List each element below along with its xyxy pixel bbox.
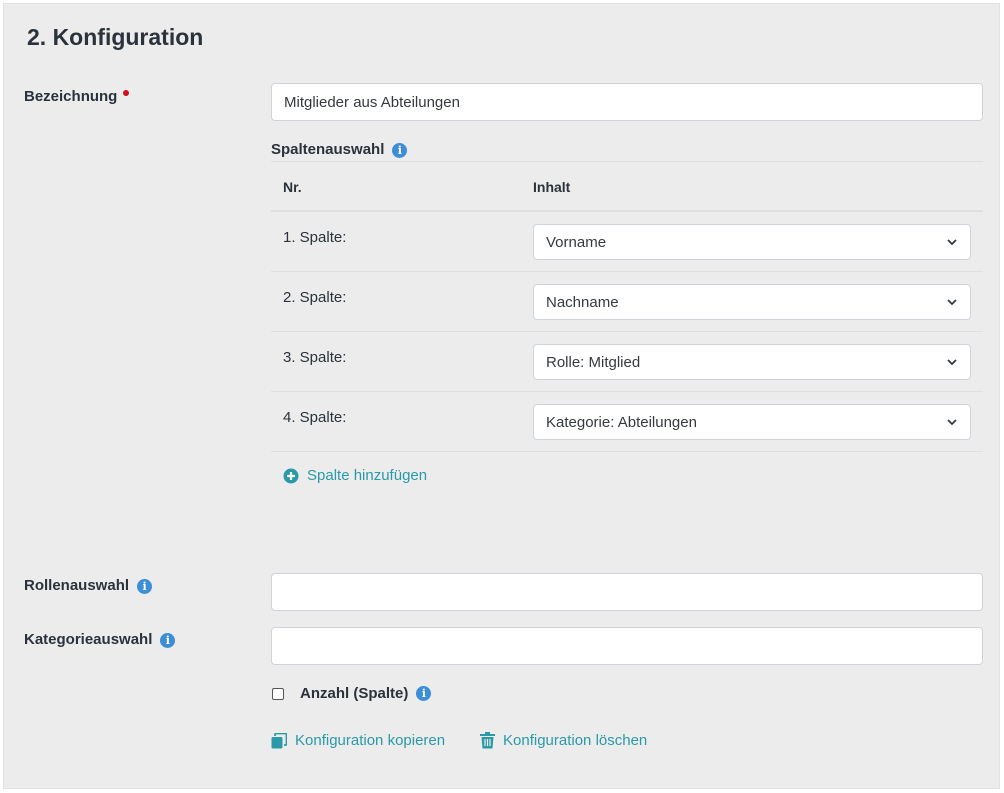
plus-circle-icon (283, 468, 299, 483)
row-label-1: 1. Spalte: (283, 229, 347, 246)
section-title: 2. Konfiguration (27, 24, 204, 50)
trash-icon (480, 732, 495, 749)
column-select-3[interactable]: Rolle: Mitglied (533, 344, 971, 380)
info-icon[interactable]: i (137, 578, 153, 594)
anzahl-label: Anzahl (Spalte) (300, 685, 409, 702)
kategorieauswahl-label-row: Kategorieauswahl i (24, 631, 176, 648)
rollenauswahl-label: Rollenauswahl (24, 577, 130, 594)
rollenauswahl-input[interactable] (271, 573, 983, 611)
delete-configuration-label: Konfiguration löschen (503, 732, 648, 749)
row-label-3: 3. Spalte: (283, 349, 347, 366)
info-icon[interactable]: i (416, 686, 432, 701)
chevron-down-icon (947, 299, 957, 306)
chevron-down-icon (947, 359, 957, 366)
column-select-1-value: Vorname (546, 233, 607, 251)
config-panel: 2. Konfiguration Bezeichnung Mitglieder … (3, 3, 1000, 789)
column-select-4-value: Kategorie: Abteilungen (546, 413, 697, 431)
kategorieauswahl-label: Kategorieauswahl (24, 631, 153, 648)
bezeichnung-label: Bezeichnung (24, 88, 118, 105)
required-indicator (123, 90, 130, 96)
info-icon[interactable]: i (392, 142, 408, 158)
info-icon[interactable]: i (160, 632, 176, 648)
row-divider (271, 271, 983, 272)
column-header-inhalt: Inhalt (533, 179, 571, 195)
table-header-border (271, 210, 983, 212)
delete-configuration-link[interactable]: Konfiguration löschen (480, 732, 647, 749)
row-label-2: 2. Spalte: (283, 289, 347, 306)
column-select-2[interactable]: Nachname (533, 284, 971, 320)
copy-configuration-label: Konfiguration kopieren (295, 732, 446, 749)
table-top-border (271, 161, 983, 162)
bezeichnung-input[interactable]: Mitglieder aus Abteilungen (271, 83, 983, 121)
spaltenauswahl-label: Spaltenauswahl (271, 141, 385, 158)
bezeichnung-value: Mitglieder aus Abteilungen (284, 93, 460, 111)
row-divider (271, 391, 983, 392)
add-column-label: Spalte hinzufügen (307, 467, 428, 484)
chevron-down-icon (947, 419, 957, 426)
row-divider (271, 331, 983, 332)
row-label-4: 4. Spalte: (283, 409, 347, 426)
spaltenauswahl-label-row: Spaltenauswahl i (271, 141, 408, 158)
chevron-down-icon (947, 239, 957, 246)
copy-icon (271, 732, 287, 748)
add-column-link[interactable]: Spalte hinzufügen (283, 467, 427, 484)
bezeichnung-label-row: Bezeichnung (24, 88, 130, 105)
rollenauswahl-label-row: Rollenauswahl i (24, 577, 153, 594)
column-select-3-value: Rolle: Mitglied (546, 353, 641, 371)
copy-configuration-link[interactable]: Konfiguration kopieren (271, 732, 445, 749)
anzahl-checkbox[interactable] (272, 687, 284, 700)
column-header-nr: Nr. (283, 179, 302, 195)
column-select-4[interactable]: Kategorie: Abteilungen (533, 404, 971, 440)
anzahl-row: Anzahl (Spalte) i (272, 685, 432, 702)
row-divider (271, 451, 983, 452)
column-select-2-value: Nachname (546, 293, 619, 311)
column-select-1[interactable]: Vorname (533, 224, 971, 260)
kategorieauswahl-input[interactable] (271, 627, 983, 665)
